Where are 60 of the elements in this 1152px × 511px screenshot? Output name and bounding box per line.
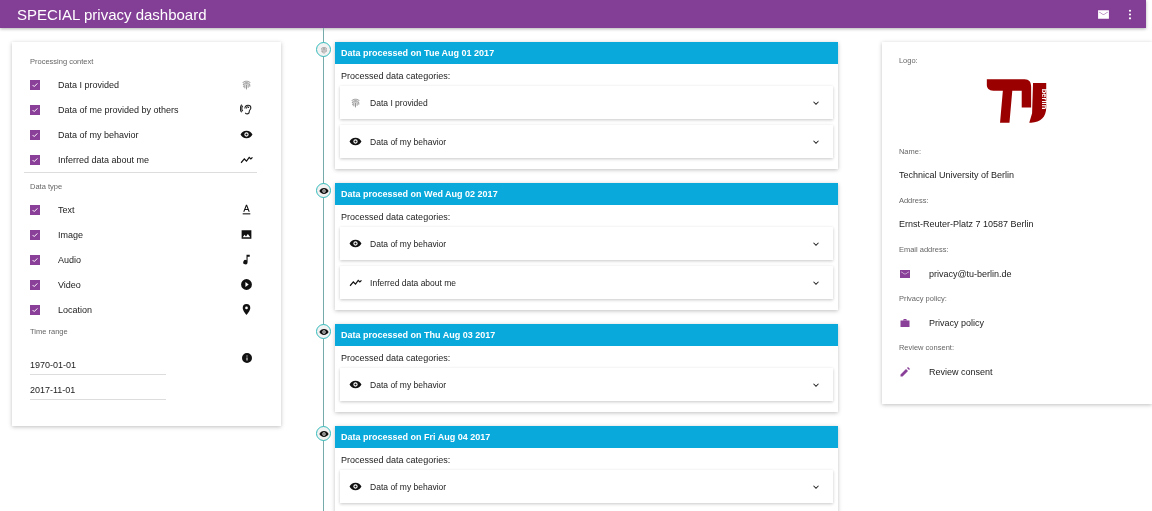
checkbox[interactable] [30, 104, 40, 115]
checkbox-label: Inferred data about me [58, 154, 151, 165]
checkbox-label: Text [58, 204, 76, 215]
eye-icon [349, 378, 363, 391]
address-text: Ernst-Reuter-Platz 7 10587 Berlin [898, 219, 1035, 229]
checkbox-label: Data of me provided by others [58, 104, 180, 115]
pencil-icon [898, 366, 911, 378]
fingerprint-icon [240, 78, 254, 91]
event-title: Data processed on Fri Aug 04 2017 [335, 426, 839, 448]
policy-link[interactable]: Privacy policy [928, 318, 984, 328]
category-panel[interactable]: Data of my behavior [340, 227, 834, 260]
event-title: Data processed on Tue Aug 01 2017 [335, 42, 839, 64]
event-subtitle: Processed data categories: [341, 71, 452, 81]
eye-icon [349, 480, 363, 493]
checkbox[interactable] [30, 279, 40, 290]
info-icon[interactable] [241, 352, 254, 364]
eye-icon [349, 135, 363, 148]
event-title: Data processed on Wed Aug 02 2017 [335, 183, 839, 205]
category-panel[interactable]: Data of my behavior [340, 470, 834, 503]
category-panel[interactable]: Inferred data about me [340, 266, 834, 299]
category-label: Data of my behavior [370, 481, 448, 492]
image-icon [240, 228, 254, 241]
checkbox-label: Image [58, 229, 84, 240]
mail-icon [898, 268, 911, 280]
category-label: Data of my behavior [370, 136, 448, 147]
organization-name: Technical University of Berlin [898, 170, 1015, 180]
ear-icon [240, 103, 254, 116]
checkbox[interactable] [30, 79, 40, 90]
more-menu-icon[interactable] [1128, 7, 1132, 21]
event-subtitle: Processed data categories: [341, 353, 452, 363]
checkbox-label: Data of my behavior [58, 129, 140, 140]
briefcase-icon [898, 317, 911, 329]
checkbox-label: Data I provided [58, 79, 121, 90]
category-label: Data I provided [370, 97, 429, 108]
event-subtitle: Processed data categories: [341, 455, 452, 465]
fingerprint-icon [349, 96, 363, 109]
play-icon [240, 278, 254, 291]
category-label: Data of my behavior [370, 238, 448, 249]
checkbox[interactable] [30, 129, 40, 140]
checkbox-label: Audio [58, 254, 83, 265]
event-title: Data processed on Thu Aug 03 2017 [335, 324, 839, 346]
event-subtitle: Processed data categories: [341, 212, 452, 222]
checkbox-label: Location [58, 304, 94, 315]
checkbox[interactable] [30, 229, 40, 240]
checkbox[interactable] [30, 254, 40, 265]
category-panel[interactable]: Data of my behavior [340, 368, 834, 401]
checkbox[interactable] [30, 204, 40, 215]
checkbox-label: Video [58, 279, 82, 290]
checkbox[interactable] [30, 154, 40, 165]
consent-link[interactable]: Review consent [928, 367, 993, 377]
category-panel[interactable]: Data I provided [340, 86, 834, 119]
category-panel[interactable]: Data of my behavior [340, 125, 834, 158]
category-label: Data of my behavior [370, 379, 448, 390]
eye-icon [240, 128, 254, 141]
email-link[interactable]: privacy@tu-berlin.de [928, 269, 1012, 279]
checkbox[interactable] [30, 304, 40, 315]
eye-icon [349, 237, 363, 250]
category-label: Inferred data about me [370, 277, 458, 288]
app-title: SPECIAL privacy dashboard [17, 5, 207, 23]
mail-icon[interactable] [1097, 7, 1110, 21]
